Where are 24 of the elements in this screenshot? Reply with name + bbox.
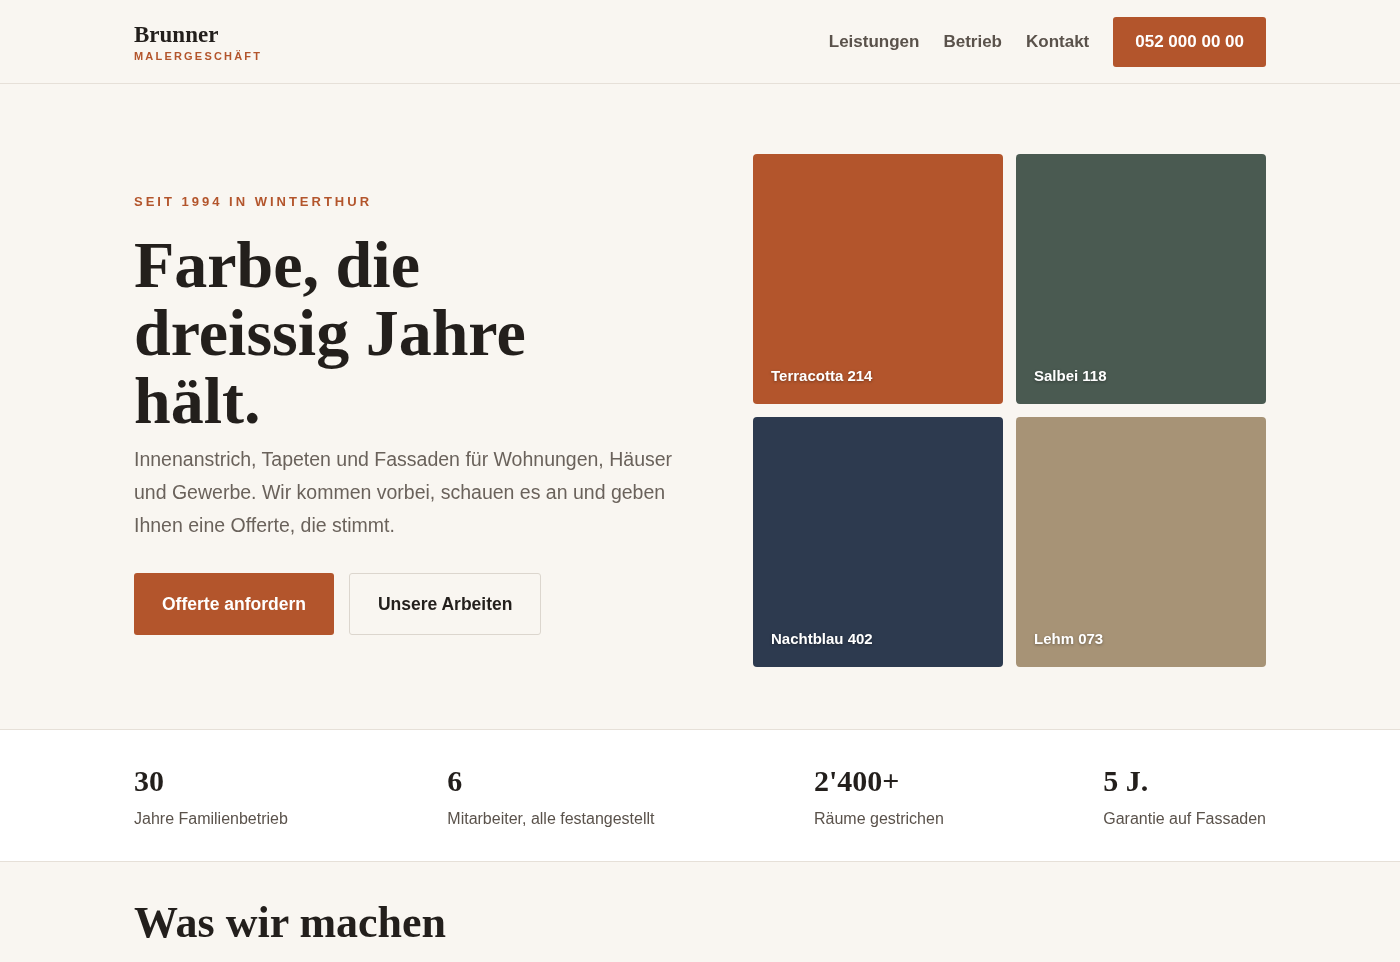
phone-button[interactable]: 052 000 00 00 [1113,16,1266,67]
nav-link[interactable]: Betrieb [943,31,1002,52]
brand-tagline: MALERGESCHÄFT [134,49,263,62]
swatch-label: Nachtblau 402 [771,630,873,647]
section-title: Was wir machen [134,898,448,948]
nav-link[interactable]: Leistungen [828,31,920,52]
stat-value: 5 J. [1103,763,1150,798]
nav-link[interactable]: Kontakt [1026,31,1090,52]
stat-value: 2'400+ [813,763,901,798]
works-button[interactable]: Unsere Arbeiten [348,573,542,635]
swatch-label: Lehm 073 [1034,630,1104,647]
stat-value: 6 [447,763,464,798]
offer-button[interactable]: Offerte anfordern [134,573,334,635]
hero-title: Farbe, die dreissig Jahre hält. [134,231,527,435]
stat-label: Garantie auf Fassaden [1103,809,1266,828]
swatch-label: Terracotta 214 [771,367,873,384]
hero-eyebrow: SEIT 1994 IN WINTERTHUR [134,194,374,209]
stat-label: Jahre Familienbetrieb [134,809,288,828]
swatch-label: Salbei 118 [1034,367,1107,384]
stat-label: Mitarbeiter, alle festangestellt [447,809,655,828]
hero-text: Innenanstrich, Tapeten und Fassaden für Wohnungen, Häuser und Gewerbe. Wir kommen vorbei, schauen es an und geben Ihnen eine Offerte, die stimmt. [134,447,674,538]
stat-label: Räume gestrichen [813,809,944,828]
stat-value: 30 [134,763,165,798]
brand-name[interactable]: Brunner [134,21,263,48]
